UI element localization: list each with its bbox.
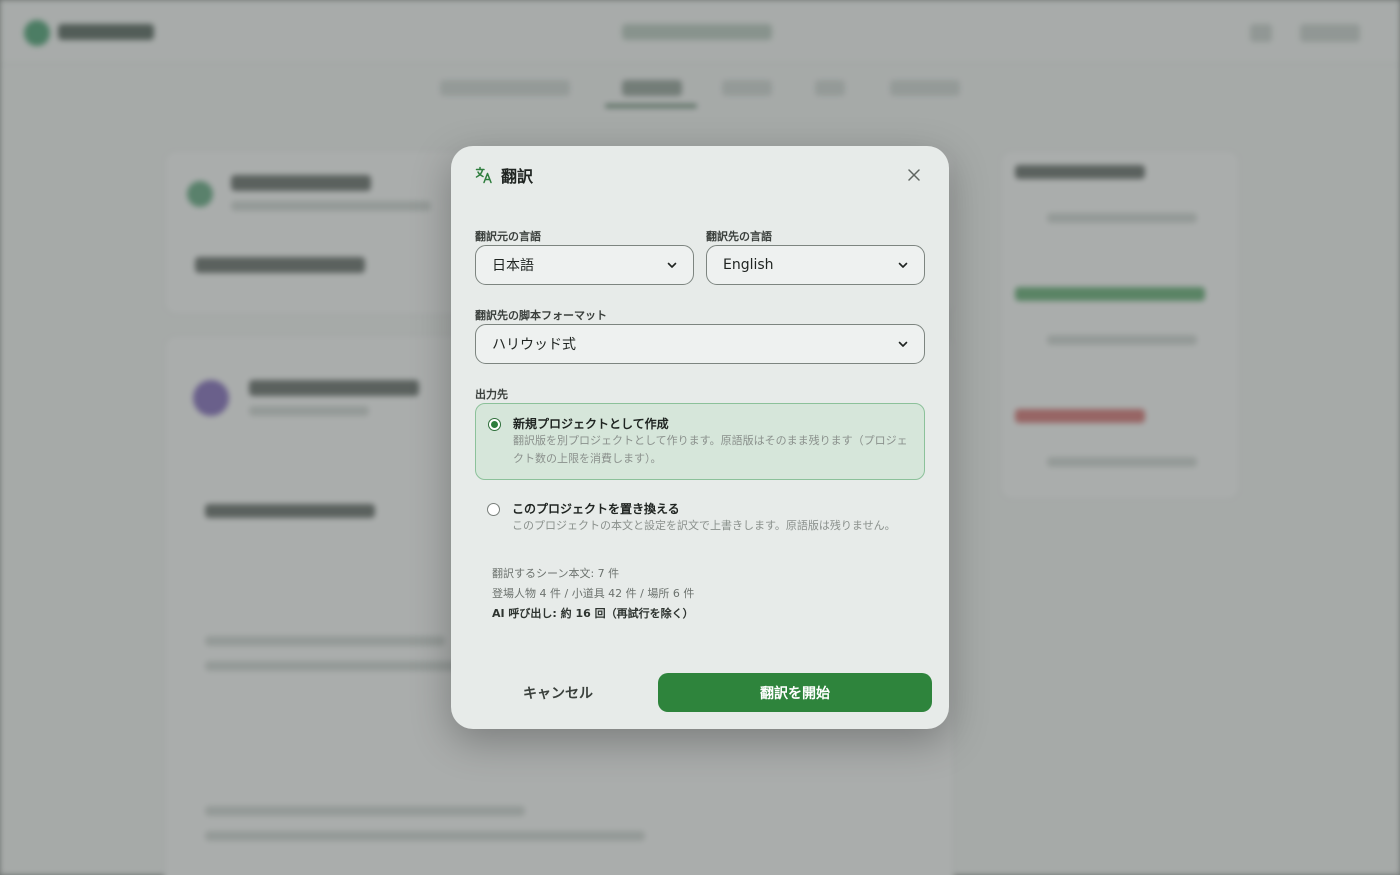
summary-ai-calls: AI 呼び出し: 約 16 回（再試行を除く） bbox=[492, 607, 694, 620]
output-label: 出力先 bbox=[475, 388, 508, 401]
output-option-new-project[interactable]: 新規プロジェクトとして作成 翻訳版を別プロジェクトとして作ります。原語版はそのま… bbox=[475, 403, 925, 480]
target-language-label: 翻訳先の言語 bbox=[706, 230, 772, 243]
start-translation-button[interactable]: 翻訳を開始 bbox=[658, 673, 932, 712]
source-language-value: 日本語 bbox=[492, 258, 534, 274]
source-language-select[interactable]: 日本語 bbox=[475, 245, 694, 285]
script-format-select[interactable]: ハリウッド式 bbox=[475, 324, 925, 364]
chevron-down-icon bbox=[898, 341, 908, 347]
summary-scenes: 翻訳するシーン本文: 7 件 bbox=[492, 567, 620, 580]
chevron-down-icon bbox=[898, 262, 908, 268]
radio-replace[interactable] bbox=[487, 503, 500, 516]
option-description: 翻訳版を別プロジェクトとして作ります。原語版はそのまま残ります（プロジェクト数の… bbox=[513, 434, 908, 465]
translate-icon bbox=[475, 166, 493, 184]
translate-dialog: 翻訳 翻訳元の言語 日本語 翻訳先の言語 English 翻訳先の脚本フォーマッ… bbox=[451, 146, 949, 729]
close-button[interactable] bbox=[903, 164, 925, 186]
script-format-label: 翻訳先の脚本フォーマット bbox=[475, 309, 607, 322]
option-title: 新規プロジェクトとして作成 bbox=[513, 417, 669, 431]
radio-new-project[interactable] bbox=[488, 418, 501, 431]
option-title: このプロジェクトを置き換える bbox=[512, 502, 680, 516]
cancel-button[interactable]: キャンセル bbox=[475, 673, 641, 712]
close-icon bbox=[908, 169, 920, 181]
target-language-value: English bbox=[723, 257, 774, 273]
chevron-down-icon bbox=[667, 262, 677, 268]
dialog-header: 翻訳 bbox=[475, 162, 925, 188]
output-option-replace[interactable]: このプロジェクトを置き換える このプロジェクトの本文と設定を訳文で上書きします。… bbox=[475, 490, 925, 538]
source-language-label: 翻訳元の言語 bbox=[475, 230, 541, 243]
summary-entities: 登場人物 4 件 / 小道具 42 件 / 場所 6 件 bbox=[492, 587, 695, 600]
target-language-select[interactable]: English bbox=[706, 245, 925, 285]
option-description: このプロジェクトの本文と設定を訳文で上書きします。原語版は残りません。 bbox=[512, 519, 896, 532]
dialog-title: 翻訳 bbox=[501, 167, 534, 186]
script-format-value: ハリウッド式 bbox=[492, 337, 576, 353]
